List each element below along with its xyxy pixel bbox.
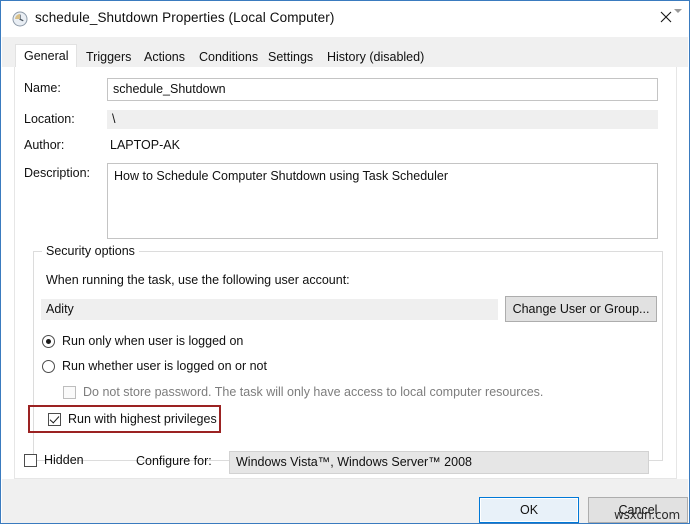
checkbox-do-not-store-password-label: Do not store password. The task will onl…: [83, 385, 544, 399]
checkbox-run-with-highest-privileges[interactable]: Run with highest privileges: [48, 412, 217, 426]
name-label: Name:: [24, 81, 61, 95]
author-label: Author:: [24, 138, 65, 152]
checkbox-indicator-highest-privileges: [48, 412, 61, 426]
radio-indicator-logged-on: [42, 334, 55, 348]
description-input[interactable]: How to Schedule Computer Shutdown using …: [107, 163, 658, 239]
radio-run-whether-logged-on-or-not[interactable]: Run whether user is logged on or not: [42, 359, 267, 373]
radio-run-only-when-logged-on[interactable]: Run only when user is logged on: [42, 334, 243, 348]
ok-button[interactable]: OK: [479, 497, 579, 523]
tab-settings[interactable]: Settings: [260, 47, 321, 67]
task-properties-window: schedule_Shutdown Properties (Local Comp…: [0, 0, 690, 524]
configure-for-combobox[interactable]: Windows Vista™, Windows Server™ 2008: [229, 451, 649, 474]
change-user-or-group-button[interactable]: Change User or Group...: [505, 296, 657, 322]
title-bar: schedule_Shutdown Properties (Local Comp…: [1, 1, 689, 37]
task-scheduler-clock-icon: [12, 11, 28, 27]
radio-run-whether-logged-on-or-not-label: Run whether user is logged on or not: [62, 359, 267, 373]
tab-actions[interactable]: Actions: [136, 47, 193, 67]
author-value: LAPTOP-AK: [110, 138, 180, 152]
tab-general[interactable]: General: [15, 44, 78, 67]
radio-run-only-when-logged-on-label: Run only when user is logged on: [62, 334, 244, 348]
watermark-text: wsxdn.com: [613, 508, 680, 522]
location-label: Location:: [24, 112, 75, 126]
tab-strip: General Triggers Actions Conditions Sett…: [2, 37, 688, 67]
tab-triggers[interactable]: Triggers: [78, 47, 139, 67]
checkbox-run-with-highest-privileges-label: Run with highest privileges: [68, 412, 217, 426]
checkbox-indicator-do-not-store-password: [63, 385, 76, 399]
chevron-down-icon[interactable]: [674, 9, 682, 13]
checkbox-hidden-label: Hidden: [44, 453, 84, 467]
close-icon[interactable]: [643, 1, 689, 32]
description-label: Description:: [24, 166, 90, 180]
tab-history[interactable]: History (disabled): [319, 47, 432, 67]
account-prompt: When running the task, use the following…: [46, 273, 350, 287]
checkbox-indicator-hidden: [24, 453, 37, 467]
general-tab-panel: Name: schedule_Shutdown Location: \ Auth…: [14, 67, 677, 479]
tab-conditions[interactable]: Conditions: [191, 47, 266, 67]
window-title: schedule_Shutdown Properties (Local Comp…: [35, 10, 335, 25]
name-input[interactable]: schedule_Shutdown: [107, 78, 658, 101]
security-options-group-title: Security options: [42, 244, 139, 258]
checkbox-do-not-store-password[interactable]: Do not store password. The task will onl…: [63, 385, 543, 399]
dialog-footer: OK Cancel wsxdn.com: [2, 479, 688, 523]
user-account-value: Adity: [41, 299, 498, 320]
location-value: \: [107, 110, 658, 129]
configure-for-label: Configure for:: [136, 454, 212, 468]
checkbox-hidden[interactable]: Hidden: [24, 453, 84, 467]
radio-indicator-whether-logged-on: [42, 359, 55, 373]
